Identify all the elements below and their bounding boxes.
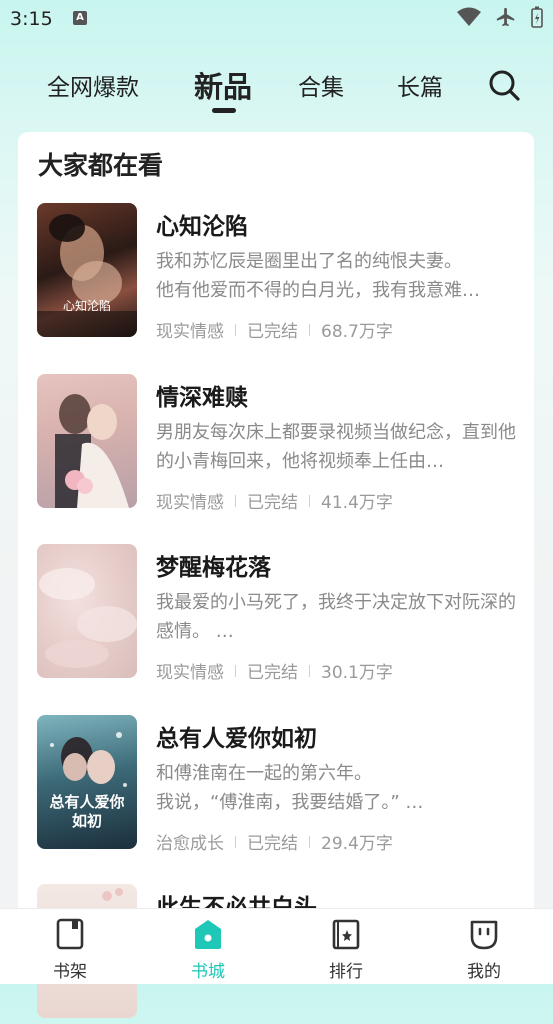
book-word-count: 29.4万字 <box>321 834 393 854</box>
bookstore-icon <box>195 920 221 949</box>
book-genre: 现实情感 <box>156 493 224 513</box>
book-genre: 现实情感 <box>156 322 224 342</box>
nav-bookstore[interactable]: 书城 <box>168 917 248 982</box>
book-title: 总有人爱你如初 <box>156 726 317 752</box>
book-description: 我最爱的小马死了，我终于决定放下对阮深的感情。 … <box>156 592 516 642</box>
battery-icon <box>531 6 543 28</box>
nav-label: 书架 <box>53 962 87 982</box>
active-tab-indicator <box>212 108 236 113</box>
tab-new[interactable]: 新品 <box>194 64 252 106</box>
airplane-icon <box>496 7 515 27</box>
book-status: 已完结 <box>247 663 298 683</box>
book-genre: 现实情感 <box>156 663 224 683</box>
tab-hot[interactable]: 全网爆款 <box>47 68 139 102</box>
book-meta: 现实情感 已完结 41.4万字 <box>156 488 393 513</box>
book-meta: 现实情感 已完结 68.7万字 <box>156 317 393 342</box>
tab-collection[interactable]: 合集 <box>298 68 344 102</box>
book-status: 已完结 <box>247 322 298 342</box>
system-icons <box>457 6 543 28</box>
nav-label: 书城 <box>191 962 225 982</box>
book-meta: 治愈成长 已完结 29.4万字 <box>156 829 393 854</box>
book-description: 和傅淮南在一起的第六年。 我说，“傅淮南，我要结婚了。” … <box>156 763 424 813</box>
nav-ranking[interactable]: 排行 <box>306 917 386 982</box>
book-status: 已完结 <box>247 834 298 854</box>
book-description: 我和苏忆辰是圈里出了名的纯恨夫妻。 他有他爱而不得的白月光，我有我意难… <box>156 251 480 301</box>
book-word-count: 41.4万字 <box>321 493 393 513</box>
nav-profile[interactable]: 我的 <box>444 917 524 982</box>
nav-label: 我的 <box>467 962 501 982</box>
tab-long[interactable]: 长篇 <box>397 68 443 102</box>
nav-label: 排行 <box>329 962 363 982</box>
search-icon[interactable] <box>487 68 521 102</box>
ranking-icon <box>332 919 360 950</box>
notification-icon: A <box>73 11 87 25</box>
cover-title: 心知沦陷 <box>63 299 112 313</box>
book-word-count: 68.7万字 <box>321 322 393 342</box>
content-card: 大家都在看 心知沦陷 心知沦陷 我和苏忆辰是圈里出了名的纯恨夫妻。 他有他爱而不… <box>18 132 534 1018</box>
book-description: 男朋友每次床上都要录视频当做纪念，直到他的小青梅回来，他将视频奉上任由… <box>156 422 516 472</box>
book-item[interactable]: 情深难赎 男朋友每次床上都要录视频当做纪念，直到他的小青梅回来，他将视频奉上任由… <box>18 374 534 514</box>
book-genre: 治愈成长 <box>156 834 224 854</box>
status-time: 3:15 <box>10 8 53 30</box>
bottom-nav: 书架 书城 排行 我的 <box>0 908 553 984</box>
book-item[interactable]: 心知沦陷 心知沦陷 我和苏忆辰是圈里出了名的纯恨夫妻。 他有他爱而不得的白月光，… <box>18 203 534 343</box>
book-item[interactable]: 总有人爱你如初 总有人爱你如初 和傅淮南在一起的第六年。 我说，“傅淮南，我要结… <box>18 715 534 855</box>
book-cover: 心知沦陷 <box>37 203 137 337</box>
book-cover: 总有人爱你如初 <box>37 715 137 849</box>
profile-icon <box>470 920 498 950</box>
book-meta: 现实情感 已完结 30.1万字 <box>156 658 393 683</box>
section-title: 大家都在看 <box>38 151 164 180</box>
book-status: 已完结 <box>247 493 298 513</box>
book-item[interactable]: 梦醒梅花落 我最爱的小马死了，我终于决定放下对阮深的感情。 … 现实情感 已完结… <box>18 544 534 684</box>
bookshelf-icon <box>56 918 84 950</box>
book-cover <box>37 374 137 508</box>
book-cover <box>37 544 137 678</box>
book-title: 梦醒梅花落 <box>156 555 271 581</box>
nav-bookshelf[interactable]: 书架 <box>30 917 110 982</box>
book-word-count: 30.1万字 <box>321 663 393 683</box>
book-title: 心知沦陷 <box>156 214 248 240</box>
cover-title: 总有人爱你如初 <box>49 793 125 830</box>
top-nav: 全网爆款 新品 合集 长篇 <box>0 60 553 120</box>
wifi-icon <box>457 7 481 26</box>
status-bar: 3:15 A <box>0 0 553 38</box>
book-title: 情深难赎 <box>156 385 248 411</box>
